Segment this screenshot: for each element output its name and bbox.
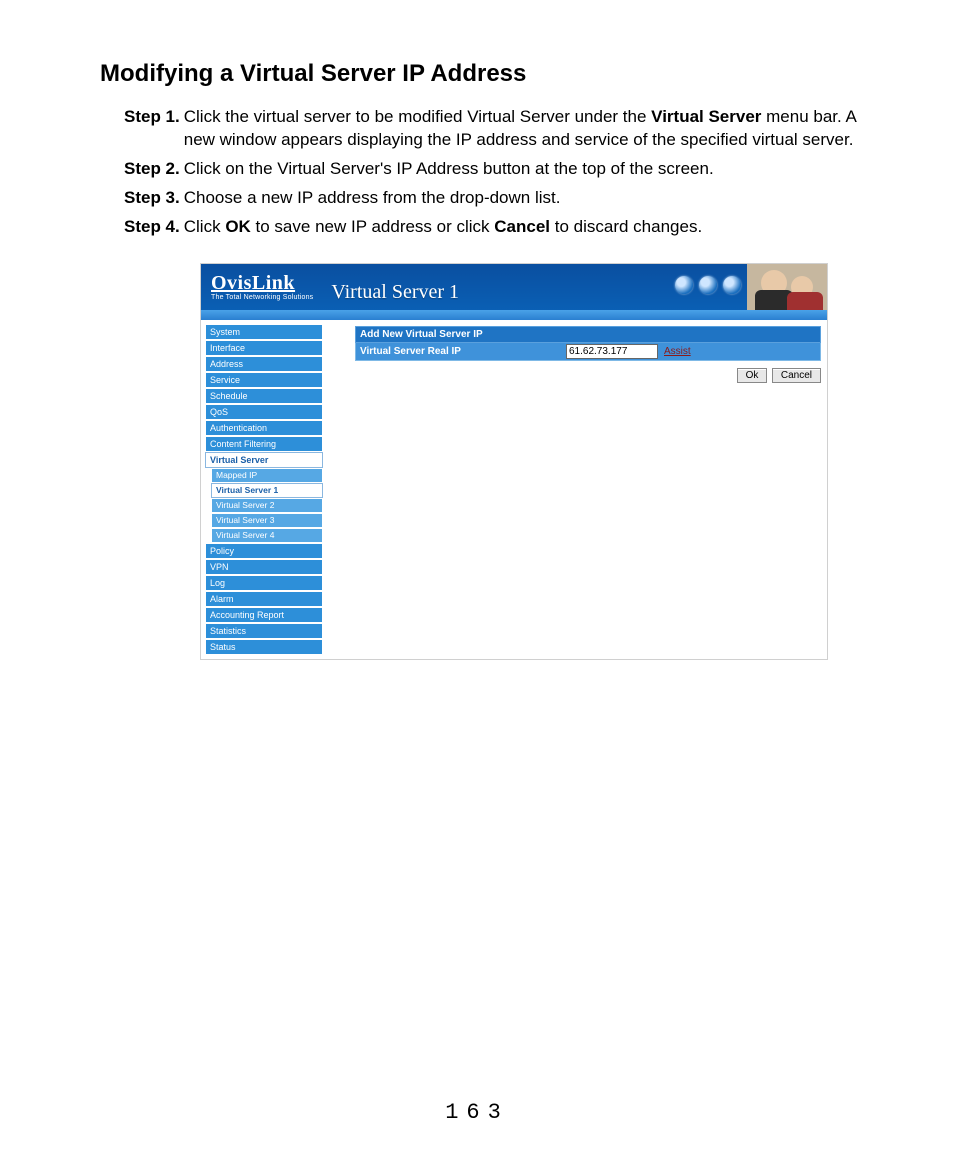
step-4: Step 4. Click OK to save new IP address … <box>124 216 884 239</box>
sidebar-item-system[interactable]: System <box>205 324 323 340</box>
content-panel: Add New Virtual Server IP Virtual Server… <box>325 320 827 659</box>
sidebar-item-authentication[interactable]: Authentication <box>205 420 323 436</box>
app-topbar: OvisLink The Total Networking Solutions … <box>201 264 827 310</box>
sidebar-item-schedule[interactable]: Schedule <box>205 388 323 404</box>
sidebar-item-content-filtering[interactable]: Content Filtering <box>205 436 323 452</box>
globe-icon <box>723 276 741 294</box>
sidebar-item-address[interactable]: Address <box>205 356 323 372</box>
brand-name: OvisLink <box>211 272 295 294</box>
page-number: 163 <box>0 1100 954 1125</box>
step-1: Step 1. Click the virtual server to be m… <box>124 106 884 152</box>
step-3-text: Choose a new IP address from the drop-do… <box>184 187 884 210</box>
header-divider <box>201 310 827 320</box>
sidebar-item-accounting-report[interactable]: Accounting Report <box>205 607 323 623</box>
sidebar-item-vpn[interactable]: VPN <box>205 559 323 575</box>
brand-tagline: The Total Networking Solutions <box>211 294 313 301</box>
sidebar-item-interface[interactable]: Interface <box>205 340 323 356</box>
step-3-label: Step 3. <box>124 187 180 210</box>
step-3: Step 3. Choose a new IP address from the… <box>124 187 884 210</box>
step-4-label: Step 4. <box>124 216 180 239</box>
field-label-real-ip: Virtual Server Real IP <box>356 344 564 359</box>
sidebar-item-alarm[interactable]: Alarm <box>205 591 323 607</box>
sidebar-subitem-virtual-server-1[interactable]: Virtual Server 1 <box>211 483 323 498</box>
sidebar-subitem-virtual-server-4[interactable]: Virtual Server 4 <box>211 528 323 543</box>
header-photo <box>747 264 827 310</box>
step-2: Step 2. Click on the Virtual Server's IP… <box>124 158 884 181</box>
globe-icon <box>699 276 717 294</box>
section-title: Modifying a Virtual Server IP Address <box>100 60 884 88</box>
ok-button[interactable]: Ok <box>737 368 768 383</box>
page-title: Virtual Server 1 <box>331 281 459 304</box>
sidebar-item-log[interactable]: Log <box>205 575 323 591</box>
sidebar: SystemInterfaceAddressServiceScheduleQoS… <box>201 320 325 659</box>
sidebar-subitem-virtual-server-3[interactable]: Virtual Server 3 <box>211 513 323 528</box>
cancel-button[interactable]: Cancel <box>772 368 821 383</box>
sidebar-item-statistics[interactable]: Statistics <box>205 623 323 639</box>
step-2-label: Step 2. <box>124 158 180 181</box>
step-1-label: Step 1. <box>124 106 180 152</box>
step-1-text: Click the virtual server to be modified … <box>184 106 884 152</box>
step-4-text: Click OK to save new IP address or click… <box>184 216 884 239</box>
button-row: Ok Cancel <box>355 361 821 383</box>
sidebar-item-qos[interactable]: QoS <box>205 404 323 420</box>
brand-block: OvisLink The Total Networking Solutions <box>201 273 313 301</box>
sidebar-subitem-mapped-ip[interactable]: Mapped IP <box>211 468 323 483</box>
assist-link[interactable]: Assist <box>664 346 691 357</box>
panel-header: Add New Virtual Server IP <box>355 326 821 343</box>
sidebar-item-service[interactable]: Service <box>205 372 323 388</box>
sidebar-item-policy[interactable]: Policy <box>205 543 323 559</box>
app-screenshot: OvisLink The Total Networking Solutions … <box>200 263 828 660</box>
real-ip-input[interactable] <box>566 344 658 359</box>
field-row-real-ip: Virtual Server Real IP Assist <box>355 343 821 361</box>
sidebar-item-virtual-server[interactable]: Virtual Server <box>205 452 323 468</box>
step-2-text: Click on the Virtual Server's IP Address… <box>184 158 884 181</box>
globe-icons <box>675 276 741 294</box>
sidebar-subitem-virtual-server-2[interactable]: Virtual Server 2 <box>211 498 323 513</box>
globe-icon <box>675 276 693 294</box>
sidebar-item-status[interactable]: Status <box>205 639 323 655</box>
